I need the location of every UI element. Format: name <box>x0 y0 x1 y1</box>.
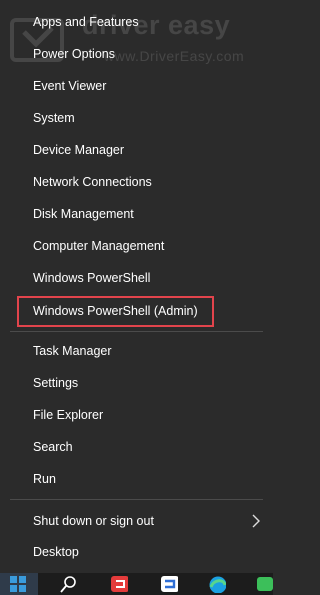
menu-item-task-manager[interactable]: Task Manager <box>33 337 112 365</box>
menu-item-settings[interactable]: Settings <box>33 369 78 397</box>
app-icon-blue[interactable] <box>160 575 178 593</box>
menu-item-desktop[interactable]: Desktop <box>33 538 79 566</box>
menu-item-network-connections[interactable]: Network Connections <box>33 168 152 196</box>
menu-item-system[interactable]: System <box>33 104 75 132</box>
menu-item-file-explorer[interactable]: File Explorer <box>33 401 103 429</box>
menu-item-computer-management[interactable]: Computer Management <box>33 232 164 260</box>
separator <box>10 331 263 332</box>
taskbar <box>0 573 273 595</box>
start-button[interactable] <box>0 573 38 595</box>
app-icon-red[interactable] <box>110 575 128 593</box>
menu-item-run[interactable]: Run <box>33 465 56 493</box>
chevron-right-icon <box>249 514 263 528</box>
menu-item-device-manager[interactable]: Device Manager <box>33 136 124 164</box>
menu-item-shut-down-or-sign-out[interactable]: Shut down or sign out <box>33 507 154 535</box>
watermark-url: www.DriverEasy.com <box>104 48 245 64</box>
menu-item-event-viewer[interactable]: Event Viewer <box>33 72 106 100</box>
search-icon[interactable] <box>60 575 78 593</box>
windows-start-icon <box>10 576 26 592</box>
menu-item-windows-powershell-admin[interactable]: Windows PowerShell (Admin) <box>33 297 198 325</box>
menu-item-disk-management[interactable]: Disk Management <box>33 200 134 228</box>
app-icon-extra[interactable] <box>256 575 274 593</box>
separator <box>10 499 263 500</box>
menu-item-power-options[interactable]: Power Options <box>33 40 115 68</box>
winx-context-menu: driver easy www.DriverEasy.com Apps and … <box>0 0 273 573</box>
menu-item-search[interactable]: Search <box>33 433 73 461</box>
edge-icon[interactable] <box>208 575 226 593</box>
menu-item-apps-and-features[interactable]: Apps and Features <box>33 8 139 36</box>
menu-item-windows-powershell[interactable]: Windows PowerShell <box>33 264 150 292</box>
